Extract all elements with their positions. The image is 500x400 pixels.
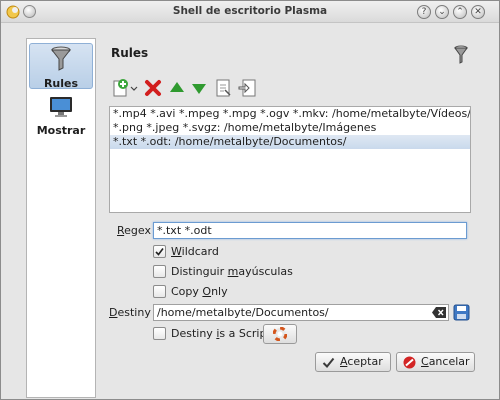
script-help-button[interactable] — [263, 324, 297, 344]
add-rule-icon[interactable] — [111, 78, 139, 98]
destiny-input[interactable]: /home/metalbyte/Documentos/ — [153, 304, 449, 321]
save-icon[interactable] — [453, 304, 470, 321]
close-button[interactable]: ✕ — [471, 5, 485, 19]
remove-rule-icon[interactable] — [143, 78, 163, 98]
sidebar-item-label: Rules — [43, 77, 79, 90]
case-sensitive-label: Distinguir mayúsculas — [171, 265, 293, 278]
title-bar: Shell de escritorio Plasma ? ⌄ ⌃ ✕ — [1, 1, 499, 23]
help-button[interactable]: ? — [417, 5, 431, 19]
wildcard-checkbox[interactable] — [153, 245, 166, 258]
script-label: Destiny is a Script — [171, 327, 271, 340]
check-icon — [322, 357, 335, 368]
monitor-icon — [50, 97, 72, 117]
sidebar-item-mostrar[interactable]: Mostrar — [29, 93, 93, 139]
move-down-icon[interactable] — [189, 78, 209, 98]
copy-only-label: Copy Only — [171, 285, 228, 298]
checkmark-icon — [155, 248, 164, 256]
cancel-button[interactable]: Cancelar — [396, 352, 475, 372]
import-icon[interactable] — [213, 78, 233, 98]
minimize-button[interactable]: ⌄ — [435, 5, 449, 19]
page-sidebar: Rules Mostrar — [26, 38, 96, 398]
maximize-button[interactable]: ⌃ — [453, 5, 467, 19]
export-icon[interactable] — [237, 78, 257, 98]
copy-only-checkbox[interactable] — [153, 285, 166, 298]
lifebuoy-icon — [273, 327, 287, 341]
sidebar-item-rules[interactable]: Rules — [29, 43, 93, 90]
cancel-icon — [403, 356, 416, 369]
cancel-label: Cancelar — [421, 355, 470, 368]
rules-list[interactable]: *.mp4 *.avi *.mpeg *.mpg *.ogv *.mkv: /h… — [109, 106, 471, 213]
wildcard-label: Wildcard — [171, 245, 219, 258]
case-sensitive-checkbox[interactable] — [153, 265, 166, 278]
rules-toolbar — [111, 78, 271, 100]
list-item[interactable]: *.png *.jpeg *.svgz: /home/metalbyte/Imá… — [110, 121, 470, 135]
regex-label: Regex — [117, 224, 151, 237]
list-item[interactable]: *.mp4 *.avi *.mpeg *.mpg *.ogv *.mkv: /h… — [110, 107, 470, 121]
accept-label: Aceptar — [340, 355, 383, 368]
script-checkbox[interactable] — [153, 327, 166, 340]
list-item-selected[interactable]: *.txt *.odt: /home/metalbyte/Documentos/ — [110, 135, 470, 149]
dialog-window: Shell de escritorio Plasma ? ⌄ ⌃ ✕ Rules… — [0, 0, 500, 400]
sidebar-item-label: Mostrar — [36, 124, 86, 137]
move-up-icon[interactable] — [167, 78, 187, 98]
funnel-icon — [454, 45, 468, 64]
page-title: Rules — [111, 46, 149, 60]
clear-field-icon[interactable] — [432, 307, 446, 318]
regex-input[interactable]: *.txt *.odt — [153, 222, 467, 239]
destiny-label: Destiny — [109, 306, 151, 319]
funnel-icon — [50, 46, 72, 71]
accept-button[interactable]: Aceptar — [315, 352, 391, 372]
